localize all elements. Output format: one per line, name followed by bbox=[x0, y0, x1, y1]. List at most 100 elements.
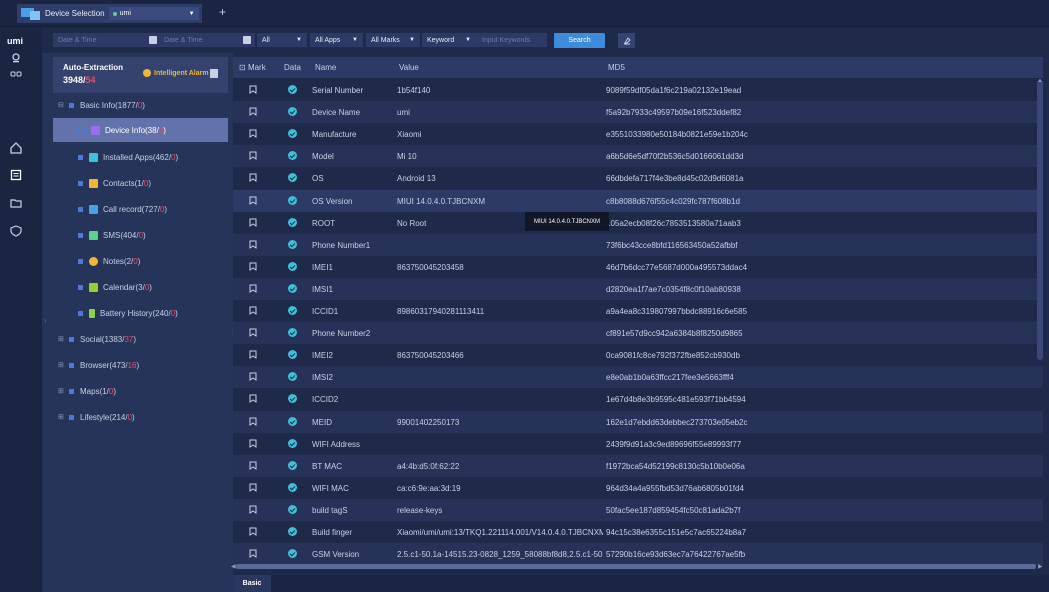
bookmark-icon[interactable] bbox=[249, 151, 257, 161]
shield-icon[interactable] bbox=[10, 225, 22, 237]
bookmark-icon[interactable] bbox=[249, 461, 257, 470]
expand-icon[interactable]: ⊞ bbox=[58, 335, 64, 343]
search-button[interactable]: Search bbox=[554, 33, 605, 48]
bookmark-icon[interactable] bbox=[249, 262, 257, 271]
folder-square-icon bbox=[69, 336, 74, 342]
table-row[interactable]: Device Name umi f5a92b7933c49597b09e16f523… bbox=[233, 101, 1043, 124]
home-icon[interactable] bbox=[10, 142, 22, 154]
name-column-header[interactable]: Name bbox=[315, 63, 336, 72]
scroll-up-arrow-icon[interactable]: ▲ bbox=[1037, 78, 1043, 84]
collapse-panel-arrow-icon[interactable]: › bbox=[44, 316, 47, 325]
table-row[interactable]: IMEI2 863750045203466 0ca9081fc8ce792f372f… bbox=[233, 344, 1043, 366]
bookmark-icon[interactable] bbox=[249, 284, 257, 293]
table-row[interactable]: MEID 99001402250173 162e1d7ebdd63debbec273… bbox=[233, 410, 1043, 433]
link-icon[interactable] bbox=[10, 68, 22, 80]
location-icon[interactable] bbox=[10, 52, 22, 64]
bookmark-icon[interactable] bbox=[249, 549, 257, 559]
table-row[interactable]: ICCID2 1e67d4b8e3b9595c481e593f71bb4594 bbox=[233, 388, 1043, 410]
tree-node-maps[interactable]: ⊞ Maps(1/0) bbox=[58, 379, 116, 403]
md5-column-header[interactable]: MD5 bbox=[608, 63, 625, 72]
bookmark-icon[interactable] bbox=[249, 372, 257, 382]
device-selection-tab[interactable]: Device Selection umi ▼ bbox=[17, 4, 202, 23]
row-value: 89860317940281113411 bbox=[397, 307, 485, 316]
bookmark-icon[interactable] bbox=[249, 350, 257, 360]
bookmark-icon[interactable] bbox=[249, 107, 257, 117]
tree-node-device-info[interactable]: Device Info(38/0) bbox=[53, 118, 228, 142]
trash-icon[interactable] bbox=[210, 69, 218, 78]
table-row[interactable]: Manufacture Xiaomi e3551033980e50184b0821e… bbox=[233, 123, 1043, 145]
vertical-scrollbar[interactable] bbox=[1037, 80, 1043, 360]
clear-filter-button[interactable] bbox=[618, 33, 635, 48]
bookmark-icon[interactable] bbox=[249, 240, 257, 249]
expand-icon[interactable]: ⊞ bbox=[58, 361, 64, 369]
bookmark-icon[interactable] bbox=[249, 394, 257, 404]
row-md5: a9a4ea8c319807997bbdc88916c6e585 bbox=[606, 307, 748, 316]
table-row[interactable]: OS Android 13 66dbdefa717f4e3be8d45c02d9d6… bbox=[233, 167, 1043, 189]
tree-node-browser[interactable]: ⊞ Browser(473/16) bbox=[58, 353, 139, 377]
tree-node-battery-history[interactable]: Battery History(240/0) bbox=[78, 301, 178, 325]
horizontal-scrollbar[interactable] bbox=[236, 564, 1036, 569]
device-dropdown[interactable]: umi ▼ bbox=[108, 7, 199, 20]
scroll-right-arrow-icon[interactable]: ▶ bbox=[1038, 563, 1043, 570]
date-from-input[interactable]: Date & Time bbox=[53, 33, 161, 47]
table-row[interactable]: Phone Number1 73f6bc43cce8bfd116563450a52… bbox=[233, 233, 1043, 256]
table-row[interactable]: WIFI MAC ca:c6:9e:aa:3d:19 964d34a4a955fbd… bbox=[233, 477, 1043, 499]
table-row[interactable]: build tagS release-keys 50fac5ee187d859454… bbox=[233, 498, 1043, 521]
table-row[interactable]: ICCID1 89860317940281113411 a9a4ea8c319807… bbox=[233, 300, 1043, 322]
tree-node-social[interactable]: ⊞ Social(1383/37) bbox=[58, 327, 136, 351]
expand-icon[interactable]: ⊞ bbox=[58, 387, 64, 395]
table-row[interactable]: Build finger Xiaomi/umi/umi:13/TKQ1.22111… bbox=[233, 521, 1043, 543]
tree-node-installed-apps[interactable]: Installed Apps(462/0) bbox=[78, 145, 178, 169]
table-row[interactable]: IMSI1 d2820ea1f7ae7c0354f8c0f10ab80938 bbox=[233, 277, 1043, 300]
mark-column-header[interactable]: ⊡ Mark bbox=[239, 63, 266, 72]
keyword-dropdown[interactable]: Keyword ▼ bbox=[422, 33, 477, 47]
bookmark-icon[interactable] bbox=[249, 218, 257, 227]
scroll-left-arrow-icon[interactable]: ◀ bbox=[231, 563, 236, 570]
intelligent-alarm-label: Intelligent Alarm bbox=[154, 69, 209, 77]
bookmark-icon[interactable] bbox=[249, 439, 257, 448]
table-row[interactable]: OS Version MIUI 14.0.4.0.TJBCNXM c8b8088d6… bbox=[233, 189, 1043, 212]
bookmark-icon[interactable] bbox=[249, 505, 257, 514]
table-row[interactable]: ROOT No Root 105a2ecb08f26c7853513580a71aa… bbox=[233, 212, 1043, 234]
tree-node-basic-info[interactable]: ⊟ Basic Info(1877/0) bbox=[58, 93, 228, 117]
bookmark-icon[interactable] bbox=[249, 85, 257, 94]
bookmark-icon[interactable] bbox=[249, 417, 257, 426]
all-marks-dropdown[interactable]: All Marks ▼ bbox=[366, 33, 420, 47]
value-column-header[interactable]: Value bbox=[399, 63, 419, 72]
all-filter-dropdown[interactable]: All ▼ bbox=[257, 33, 307, 47]
table-row[interactable]: Serial Number 1b54f140 9089f59df05da1f6c21… bbox=[233, 79, 1043, 101]
intelligent-alarm-button[interactable]: Intelligent Alarm bbox=[143, 69, 209, 77]
tree-node-sms[interactable]: SMS(404/0) bbox=[78, 223, 146, 247]
table-row[interactable]: Model Mi 10 a6b5d6e5df70f2b536c5d0166061dd… bbox=[233, 145, 1043, 168]
table-row[interactable]: GSM Version 2.5.c1-50.1a-14515.23-0828_12… bbox=[233, 543, 1043, 565]
document-icon[interactable] bbox=[10, 169, 22, 181]
bookmark-icon[interactable] bbox=[249, 306, 257, 315]
expand-icon[interactable]: ⊞ bbox=[58, 413, 64, 421]
bookmark-icon[interactable] bbox=[249, 328, 257, 338]
verified-check-icon bbox=[288, 328, 297, 338]
table-row[interactable]: BT MAC a4:4b:d5:0f:62:22 f1972bca54d52199c… bbox=[233, 454, 1043, 477]
checkbox-icon[interactable] bbox=[78, 126, 85, 134]
tree-node-notes[interactable]: Notes(2/0) bbox=[78, 249, 140, 273]
bookmark-icon[interactable] bbox=[249, 196, 257, 205]
table-row[interactable]: Phone Number2 cf891e57d9cc942a6384b8f8250… bbox=[233, 322, 1043, 345]
add-tab-button[interactable]: + bbox=[219, 6, 226, 18]
bookmark-icon[interactable] bbox=[249, 129, 257, 139]
bookmark-icon[interactable] bbox=[249, 527, 257, 536]
collapse-icon[interactable]: ⊟ bbox=[58, 101, 64, 109]
table-row[interactable]: IMSI2 e8e0ab1b0a63ffcc217fee3e5663fff4 bbox=[233, 366, 1043, 389]
keyword-input[interactable]: Input Keywords bbox=[477, 33, 547, 47]
folder-icon[interactable] bbox=[10, 197, 22, 209]
data-column-header[interactable]: Data bbox=[284, 63, 301, 72]
tree-node-call-record[interactable]: Call record(727/0) bbox=[78, 197, 167, 221]
tree-node-contacts[interactable]: Contacts(1/0) bbox=[78, 171, 151, 195]
date-to-input[interactable]: Date & Time bbox=[159, 33, 255, 47]
table-row[interactable]: WIFI Address 2439f9d91a3c9ed89696f55e8999… bbox=[233, 433, 1043, 455]
tab-basic[interactable]: Basic bbox=[233, 575, 271, 592]
bookmark-icon[interactable] bbox=[249, 173, 257, 183]
tree-node-calendar[interactable]: Calendar(3/0) bbox=[78, 275, 152, 299]
bookmark-icon[interactable] bbox=[249, 483, 257, 492]
tree-node-lifestyle[interactable]: ⊞ Lifestyle(214/0) bbox=[58, 405, 135, 429]
table-row[interactable]: IMEI1 863750045203458 46d7b6dcc77e5687d000… bbox=[233, 256, 1043, 278]
all-apps-dropdown[interactable]: All Apps ▼ bbox=[310, 33, 363, 47]
